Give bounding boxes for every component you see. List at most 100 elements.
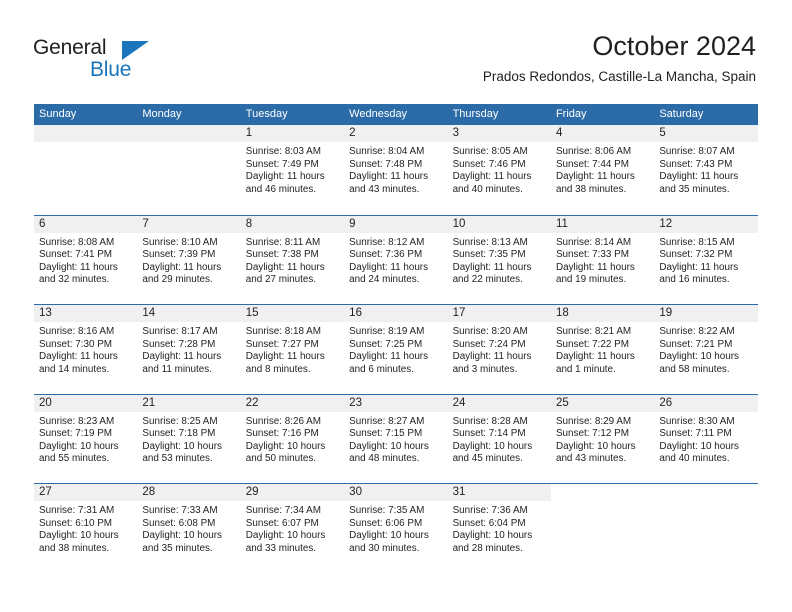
calendar-day-cell-31[interactable]: 31 Sunrise: 7:36 AM Sunset: 6:04 PM Dayligh… bbox=[447, 484, 551, 573]
daylight-duration-line2: and 16 minutes. bbox=[659, 274, 730, 286]
calendar-day-cell-25[interactable]: 25 Sunrise: 8:29 AM Sunset: 7:12 PM Dayligh… bbox=[550, 394, 655, 484]
daylight-duration-line2: and 50 minutes. bbox=[245, 453, 317, 465]
calendar-day-cell-8[interactable]: 8 Sunrise: 8:11 AM Sunset: 7:38 PM Daylight… bbox=[240, 215, 345, 305]
day-sun-info: Sunrise: 8:23 AM Sunset: 7:19 PM Daylight:… bbox=[34, 412, 137, 466]
calendar-day-cell-4[interactable]: 4 Sunrise: 8:06 AM Sunset: 7:44 PM Daylight… bbox=[550, 125, 655, 215]
day-number: 10 bbox=[447, 215, 551, 233]
sunrise-time: Sunrise: 8:11 AM bbox=[245, 236, 321, 248]
calendar-day-cell-1[interactable]: 1 Sunrise: 8:03 AM Sunset: 7:49 PM Daylight… bbox=[240, 125, 345, 215]
sunrise-time: Sunrise: 8:18 AM bbox=[245, 326, 321, 337]
calendar-day-cell-11[interactable]: 11 Sunrise: 8:14 AM Sunset: 7:33 PM Dayligh… bbox=[550, 215, 655, 305]
daylight-duration-line1: Daylight: 10 hours bbox=[39, 440, 119, 452]
daylight-duration-line2: and 45 minutes. bbox=[452, 453, 523, 465]
calendar-day-cell-13[interactable]: 13 Sunrise: 8:16 AM Sunset: 7:30 PM Dayligh… bbox=[34, 305, 138, 394]
day-sun-info: Sunrise: 8:18 AM Sunset: 7:27 PM Daylight:… bbox=[241, 322, 344, 376]
daylight-duration-line1: Daylight: 11 hours bbox=[659, 171, 739, 183]
calendar-day-cell-3[interactable]: 3 Sunrise: 8:05 AM Sunset: 7:46 PM Daylight… bbox=[447, 125, 551, 215]
sunset-time: Sunset: 7:49 PM bbox=[245, 158, 319, 170]
page-title: October 2024 bbox=[592, 31, 756, 61]
day-sun-info: Sunrise: 8:25 AM Sunset: 7:18 PM Daylight:… bbox=[137, 412, 240, 466]
calendar-day-cell-30[interactable]: 30 Sunrise: 7:35 AM Sunset: 6:06 PM Dayligh… bbox=[344, 484, 448, 573]
day-number: 16 bbox=[344, 305, 448, 322]
sunset-time: Sunset: 7:36 PM bbox=[349, 249, 423, 261]
sunrise-time: Sunrise: 8:06 AM bbox=[555, 146, 632, 157]
daylight-duration-line2: and 40 minutes. bbox=[452, 183, 523, 195]
daylight-duration-line2: and 33 minutes. bbox=[245, 542, 317, 554]
weekday-header-saturday: Saturday bbox=[659, 108, 704, 120]
day-sun-info: Sunrise: 7:31 AM Sunset: 6:10 PM Daylight:… bbox=[34, 501, 137, 555]
day-number: 28 bbox=[137, 484, 241, 501]
day-sun-info: Sunrise: 8:06 AM Sunset: 7:44 PM Daylight:… bbox=[551, 142, 654, 196]
sunset-time: Sunset: 6:06 PM bbox=[349, 517, 423, 529]
calendar-day-cell-24[interactable]: 24 Sunrise: 8:28 AM Sunset: 7:14 PM Dayligh… bbox=[447, 394, 551, 484]
calendar-day-cell-7[interactable]: 7 Sunrise: 8:10 AM Sunset: 7:39 PM Daylight… bbox=[137, 215, 241, 305]
general-blue-logo: General Blue bbox=[33, 36, 163, 82]
daylight-duration-line1: Daylight: 11 hours bbox=[452, 261, 532, 273]
daylight-duration-line1: Daylight: 11 hours bbox=[659, 261, 739, 273]
calendar-day-cell-23[interactable]: 23 Sunrise: 8:27 AM Sunset: 7:15 PM Dayligh… bbox=[344, 394, 448, 484]
day-number: 3 bbox=[447, 125, 551, 142]
day-sun-info: Sunrise: 7:36 AM Sunset: 6:04 PM Daylight:… bbox=[448, 501, 551, 555]
calendar-day-cell-15[interactable]: 15 Sunrise: 8:18 AM Sunset: 7:27 PM Dayligh… bbox=[240, 305, 345, 394]
sunset-time: Sunset: 7:30 PM bbox=[39, 338, 113, 350]
daylight-duration-line2: and 24 minutes. bbox=[349, 274, 420, 286]
sunrise-time: Sunrise: 8:14 AM bbox=[555, 236, 632, 248]
calendar-day-cell-17[interactable]: 17 Sunrise: 8:20 AM Sunset: 7:24 PM Dayligh… bbox=[447, 305, 551, 394]
calendar-day-cell-14[interactable]: 14 Sunrise: 8:17 AM Sunset: 7:28 PM Dayligh… bbox=[137, 305, 241, 394]
day-number: 18 bbox=[550, 305, 655, 322]
calendar-day-cell-5[interactable]: 5 Sunrise: 8:07 AM Sunset: 7:43 PM Daylight… bbox=[654, 125, 758, 215]
daylight-duration-line2: and 11 minutes. bbox=[142, 363, 212, 375]
calendar-day-cell-9[interactable]: 9 Sunrise: 8:12 AM Sunset: 7:36 PM Daylight… bbox=[344, 215, 448, 305]
sunrise-time: Sunrise: 7:36 AM bbox=[452, 505, 528, 516]
daylight-duration-line2: and 38 minutes. bbox=[555, 183, 627, 195]
calendar-day-cell-26[interactable]: 26 Sunrise: 8:30 AM Sunset: 7:11 PM Dayligh… bbox=[654, 394, 758, 484]
sunset-time: Sunset: 7:19 PM bbox=[39, 428, 113, 440]
day-number: 5 bbox=[654, 125, 758, 142]
daylight-duration-line1: Daylight: 10 hours bbox=[659, 440, 739, 452]
day-number: 13 bbox=[34, 305, 138, 322]
daylight-duration-line1: Daylight: 10 hours bbox=[39, 530, 119, 542]
day-sun-info: Sunrise: 8:21 AM Sunset: 7:22 PM Daylight:… bbox=[551, 322, 654, 376]
daylight-duration-line1: Daylight: 11 hours bbox=[245, 261, 325, 273]
calendar-day-cell-20[interactable]: 20 Sunrise: 8:23 AM Sunset: 7:19 PM Dayligh… bbox=[34, 394, 138, 484]
sunrise-time: Sunrise: 8:16 AM bbox=[39, 326, 115, 337]
calendar-day-cell-10[interactable]: 10 Sunrise: 8:13 AM Sunset: 7:35 PM Dayligh… bbox=[447, 215, 551, 305]
daylight-duration-line1: Daylight: 11 hours bbox=[245, 351, 325, 363]
day-sun-info: Sunrise: 8:28 AM Sunset: 7:14 PM Daylight:… bbox=[448, 412, 551, 466]
sunset-time: Sunset: 7:22 PM bbox=[555, 338, 629, 350]
weekday-header-sunday: Sunday bbox=[39, 108, 77, 120]
daylight-duration-line1: Daylight: 10 hours bbox=[452, 530, 533, 542]
day-sun-info: Sunrise: 8:05 AM Sunset: 7:46 PM Daylight:… bbox=[448, 142, 551, 196]
day-number: 7 bbox=[137, 215, 241, 233]
calendar-day-cell-18[interactable]: 18 Sunrise: 8:21 AM Sunset: 7:22 PM Dayligh… bbox=[550, 305, 655, 394]
calendar-day-cell-2[interactable]: 2 Sunrise: 8:04 AM Sunset: 7:48 PM Daylight… bbox=[344, 125, 448, 215]
daylight-duration-line1: Daylight: 10 hours bbox=[555, 440, 636, 452]
calendar-day-cell-6[interactable]: 6 Sunrise: 8:08 AM Sunset: 7:41 PM Daylight… bbox=[34, 215, 138, 305]
sunrise-time: Sunrise: 8:19 AM bbox=[349, 326, 425, 337]
daylight-duration-line1: Daylight: 10 hours bbox=[142, 530, 222, 542]
calendar-day-cell-27[interactable]: 27 Sunrise: 7:31 AM Sunset: 6:10 PM Dayligh… bbox=[34, 484, 138, 573]
sunrise-time: Sunrise: 8:03 AM bbox=[245, 146, 321, 157]
sunrise-time: Sunrise: 8:10 AM bbox=[142, 236, 218, 248]
day-number: 31 bbox=[447, 484, 551, 501]
day-sun-info: Sunrise: 7:35 AM Sunset: 6:06 PM Daylight:… bbox=[344, 501, 447, 555]
calendar-day-cell-12[interactable]: 12 Sunrise: 8:15 AM Sunset: 7:32 PM Dayligh… bbox=[654, 215, 758, 305]
sunrise-time: Sunrise: 8:04 AM bbox=[349, 146, 425, 157]
calendar-day-cell-28[interactable]: 28 Sunrise: 7:33 AM Sunset: 6:08 PM Dayligh… bbox=[137, 484, 241, 573]
calendar-day-cell-21[interactable]: 21 Sunrise: 8:25 AM Sunset: 7:18 PM Dayligh… bbox=[137, 394, 241, 484]
sunset-time: Sunset: 7:43 PM bbox=[659, 158, 733, 170]
sunset-time: Sunset: 6:07 PM bbox=[245, 517, 319, 529]
calendar-day-cell-22[interactable]: 22 Sunrise: 8:26 AM Sunset: 7:16 PM Dayligh… bbox=[240, 394, 345, 484]
daylight-duration-line2: and 48 minutes. bbox=[349, 453, 420, 465]
sunset-time: Sunset: 7:11 PM bbox=[659, 428, 732, 440]
calendar-day-cell-29[interactable]: 29 Sunrise: 7:34 AM Sunset: 6:07 PM Dayligh… bbox=[240, 484, 345, 573]
daylight-duration-line1: Daylight: 11 hours bbox=[452, 171, 532, 183]
day-sun-info: Sunrise: 8:22 AM Sunset: 7:21 PM Daylight:… bbox=[654, 322, 757, 376]
sunrise-time: Sunrise: 8:20 AM bbox=[452, 326, 528, 337]
day-sun-info: Sunrise: 8:04 AM Sunset: 7:48 PM Daylight:… bbox=[344, 142, 447, 196]
day-sun-info: Sunrise: 8:11 AM Sunset: 7:38 PM Daylight:… bbox=[241, 233, 344, 287]
day-sun-info: Sunrise: 7:33 AM Sunset: 6:08 PM Daylight:… bbox=[137, 501, 240, 555]
calendar-day-cell-16[interactable]: 16 Sunrise: 8:19 AM Sunset: 7:25 PM Dayligh… bbox=[344, 305, 448, 394]
calendar-day-cell-19[interactable]: 19 Sunrise: 8:22 AM Sunset: 7:21 PM Dayligh… bbox=[654, 305, 758, 394]
day-sun-info: Sunrise: 8:12 AM Sunset: 7:36 PM Daylight:… bbox=[344, 233, 447, 287]
